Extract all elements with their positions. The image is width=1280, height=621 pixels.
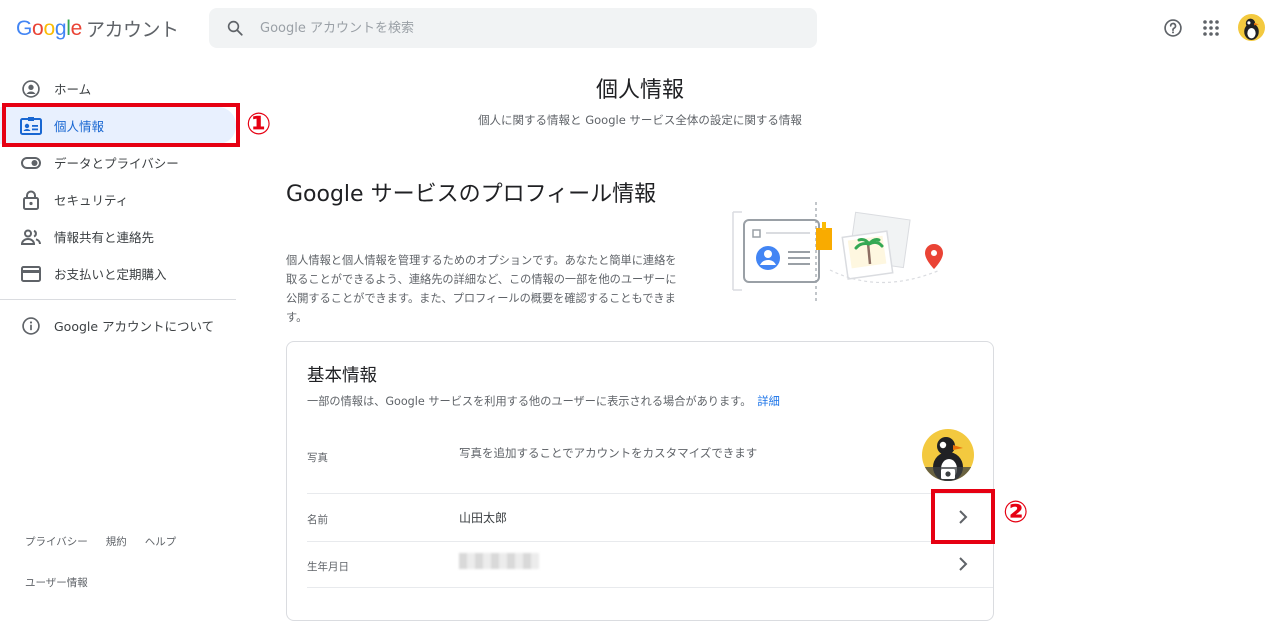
photo-row[interactable]: 写真 写真を追加することでアカウントをカスタマイズできます: [287, 424, 993, 492]
apps-grid-icon[interactable]: [1199, 16, 1223, 40]
credit-card-icon: [20, 263, 42, 285]
sidebar-item-label: お支払いと定期購入: [54, 267, 167, 282]
annotation-marker-1: ①: [246, 107, 272, 142]
section-title: Google サービスのプロフィール情報: [286, 182, 657, 207]
sidebar-item-security[interactable]: セキュリティ: [0, 181, 236, 218]
sidebar-item-label: データとプライバシー: [54, 156, 179, 171]
sidebar-item-label: Google アカウントについて: [54, 319, 215, 334]
account-avatar[interactable]: [1238, 14, 1265, 41]
chevron-right-icon[interactable]: [953, 554, 973, 574]
google-wordmark: Google: [16, 16, 82, 40]
sidebar-item-about[interactable]: Google アカウントについて: [0, 307, 236, 344]
row-label: 写真: [307, 452, 328, 464]
birthday-row[interactable]: 生年月日: [287, 542, 993, 589]
sidebar-item-data-privacy[interactable]: データとプライバシー: [0, 144, 236, 181]
learn-more-link[interactable]: 詳細: [757, 395, 779, 408]
card-description-text: 一部の情報は、Google サービスを利用する他のユーザーに表示される場合があり…: [307, 395, 752, 408]
row-divider: [307, 587, 993, 588]
account-label: アカウント: [85, 19, 179, 41]
section-description: 個人情報と個人情報を管理するためのオプションです。あなたと簡単に連絡を取ることが…: [286, 254, 677, 324]
search-bar[interactable]: [209, 8, 817, 48]
sidebar-item-payments[interactable]: お支払いと定期購入: [0, 255, 236, 292]
help-link[interactable]: ヘルプ: [145, 534, 177, 549]
row-label: 名前: [307, 514, 328, 526]
profile-illustration: [730, 200, 950, 309]
card-description: 一部の情報は、Google サービスを利用する他のユーザーに表示される場合があり…: [307, 393, 780, 409]
sidebar-divider: [0, 299, 236, 300]
name-row[interactable]: 名前 山田太郎: [287, 494, 993, 541]
lock-icon: [20, 189, 42, 211]
sidebar-item-sharing[interactable]: 情報共有と連絡先: [0, 218, 236, 255]
people-icon: [20, 226, 42, 248]
top-bar: Google アカウント: [0, 0, 1280, 56]
footer-links: プライバシー 規約 ヘルプ: [25, 534, 176, 549]
annotation-marker-2: ②: [1003, 495, 1029, 530]
annotation-box-1: [2, 103, 240, 147]
user-info-link[interactable]: ユーザー情報: [25, 575, 88, 590]
annotation-box-2: [931, 489, 995, 544]
card-title: 基本情報: [307, 366, 377, 386]
sidebar-about: Google アカウントについて: [0, 307, 236, 344]
page-title: 個人情報: [595, 78, 684, 103]
basic-info-card: 基本情報 一部の情報は、Google サービスを利用する他のユーザーに表示される…: [286, 341, 994, 621]
privacy-link[interactable]: プライバシー: [25, 534, 88, 549]
sidebar-item-label: セキュリティ: [54, 193, 129, 208]
terms-link[interactable]: 規約: [106, 534, 127, 549]
blurred-value: [459, 553, 539, 569]
help-icon[interactable]: [1161, 16, 1185, 40]
toggle-icon: [20, 152, 42, 174]
info-icon: [20, 315, 42, 337]
profile-photo[interactable]: [922, 429, 974, 481]
google-account-logo[interactable]: Google アカウント: [16, 15, 179, 42]
search-icon: [227, 20, 243, 36]
row-value: 山田太郎: [459, 511, 508, 525]
row-label: 生年月日: [307, 561, 349, 573]
row-value: 写真を追加することでアカウントをカスタマイズできます: [459, 446, 758, 460]
sidebar-item-label: 情報共有と連絡先: [54, 230, 155, 245]
search-input[interactable]: [258, 19, 778, 37]
